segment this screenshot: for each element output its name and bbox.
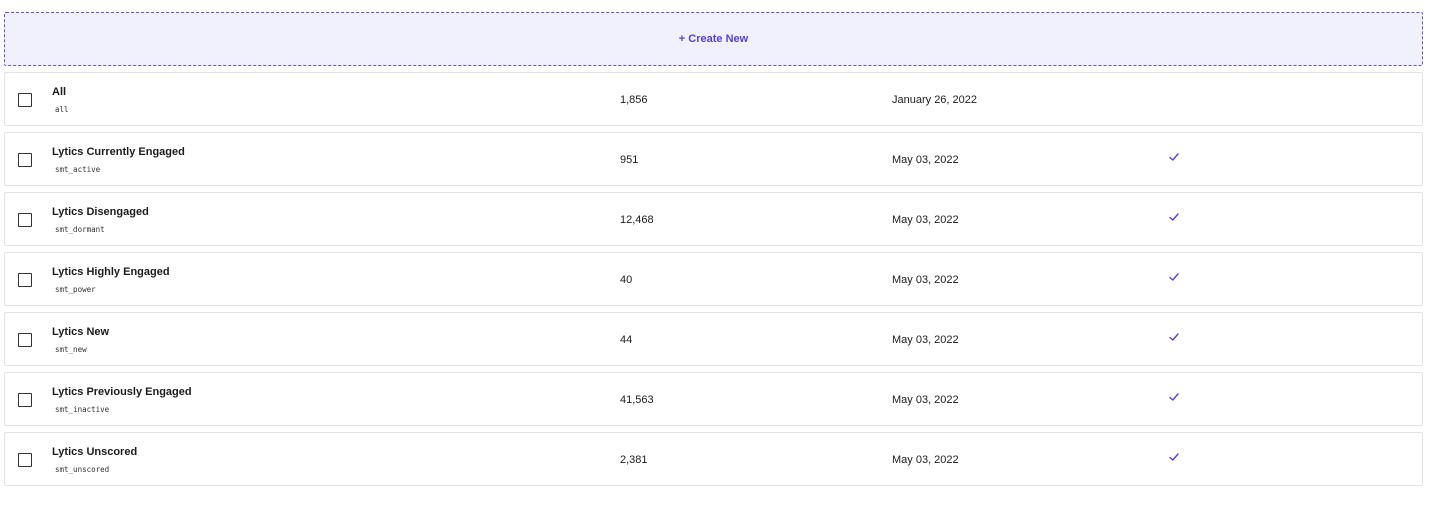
row-checkbox[interactable] <box>18 393 32 407</box>
segment-date: May 03, 2022 <box>892 394 959 406</box>
segment-slug: smt_dormant <box>55 225 105 234</box>
segment-date: May 03, 2022 <box>892 154 959 166</box>
list-item[interactable]: Lytics Unscored smt_unscored 2,381 May 0… <box>4 432 1423 486</box>
segment-count: 2,381 <box>620 454 648 466</box>
segment-count: 951 <box>620 154 639 166</box>
segment-date: May 03, 2022 <box>892 454 959 466</box>
segment-name: Lytics New <box>52 326 110 338</box>
segment-name: Lytics Unscored <box>52 446 138 458</box>
segment-slug: smt_active <box>55 165 101 174</box>
segment-list: All all 1,856 January 26, 2022 Lytics Cu… <box>4 72 1423 492</box>
list-item[interactable]: Lytics Currently Engaged smt_active 951 … <box>4 132 1423 186</box>
segment-date: May 03, 2022 <box>892 274 959 286</box>
checkmark-icon <box>1169 213 1179 221</box>
row-checkbox[interactable] <box>18 153 32 167</box>
row-checkbox[interactable] <box>18 453 32 467</box>
row-checkbox[interactable] <box>18 273 32 287</box>
segment-name: All <box>52 86 67 98</box>
row-checkbox[interactable] <box>18 213 32 227</box>
checkmark-icon <box>1169 333 1179 341</box>
checkmark-icon <box>1169 153 1179 161</box>
segment-date: May 03, 2022 <box>892 214 959 226</box>
row-checkbox[interactable] <box>18 333 32 347</box>
segment-name: Lytics Disengaged <box>52 206 149 218</box>
list-item[interactable]: Lytics Previously Engaged smt_inactive 4… <box>4 372 1423 426</box>
segment-name: Lytics Highly Engaged <box>52 266 170 278</box>
list-item[interactable]: Lytics Disengaged smt_dormant 12,468 May… <box>4 192 1423 246</box>
list-item[interactable]: Lytics Highly Engaged smt_power 40 May 0… <box>4 252 1423 306</box>
row-checkbox[interactable] <box>18 93 32 107</box>
segment-count: 41,563 <box>620 394 654 406</box>
segment-slug: all <box>55 105 69 114</box>
checkmark-icon <box>1169 393 1179 401</box>
segment-slug: smt_new <box>55 345 87 354</box>
segment-name: Lytics Previously Engaged <box>52 386 192 398</box>
segment-name: Lytics Currently Engaged <box>52 146 185 158</box>
create-new-label: + Create New <box>678 33 749 45</box>
segment-slug: smt_unscored <box>55 465 110 474</box>
segment-count: 44 <box>620 334 633 346</box>
segment-slug: smt_power <box>55 285 96 294</box>
list-item[interactable]: Lytics New smt_new 44 May 03, 2022 <box>4 312 1423 366</box>
list-item[interactable]: All all 1,856 January 26, 2022 <box>4 72 1423 126</box>
segment-count: 40 <box>620 274 633 286</box>
create-new-button[interactable]: + Create New <box>4 12 1423 66</box>
segment-slug: smt_inactive <box>55 405 110 414</box>
segment-date: May 03, 2022 <box>892 334 959 346</box>
checkmark-icon <box>1169 453 1179 461</box>
segment-count: 12,468 <box>620 214 654 226</box>
segment-count: 1,856 <box>620 94 648 106</box>
segment-date: January 26, 2022 <box>892 94 978 106</box>
checkmark-icon <box>1169 273 1179 281</box>
